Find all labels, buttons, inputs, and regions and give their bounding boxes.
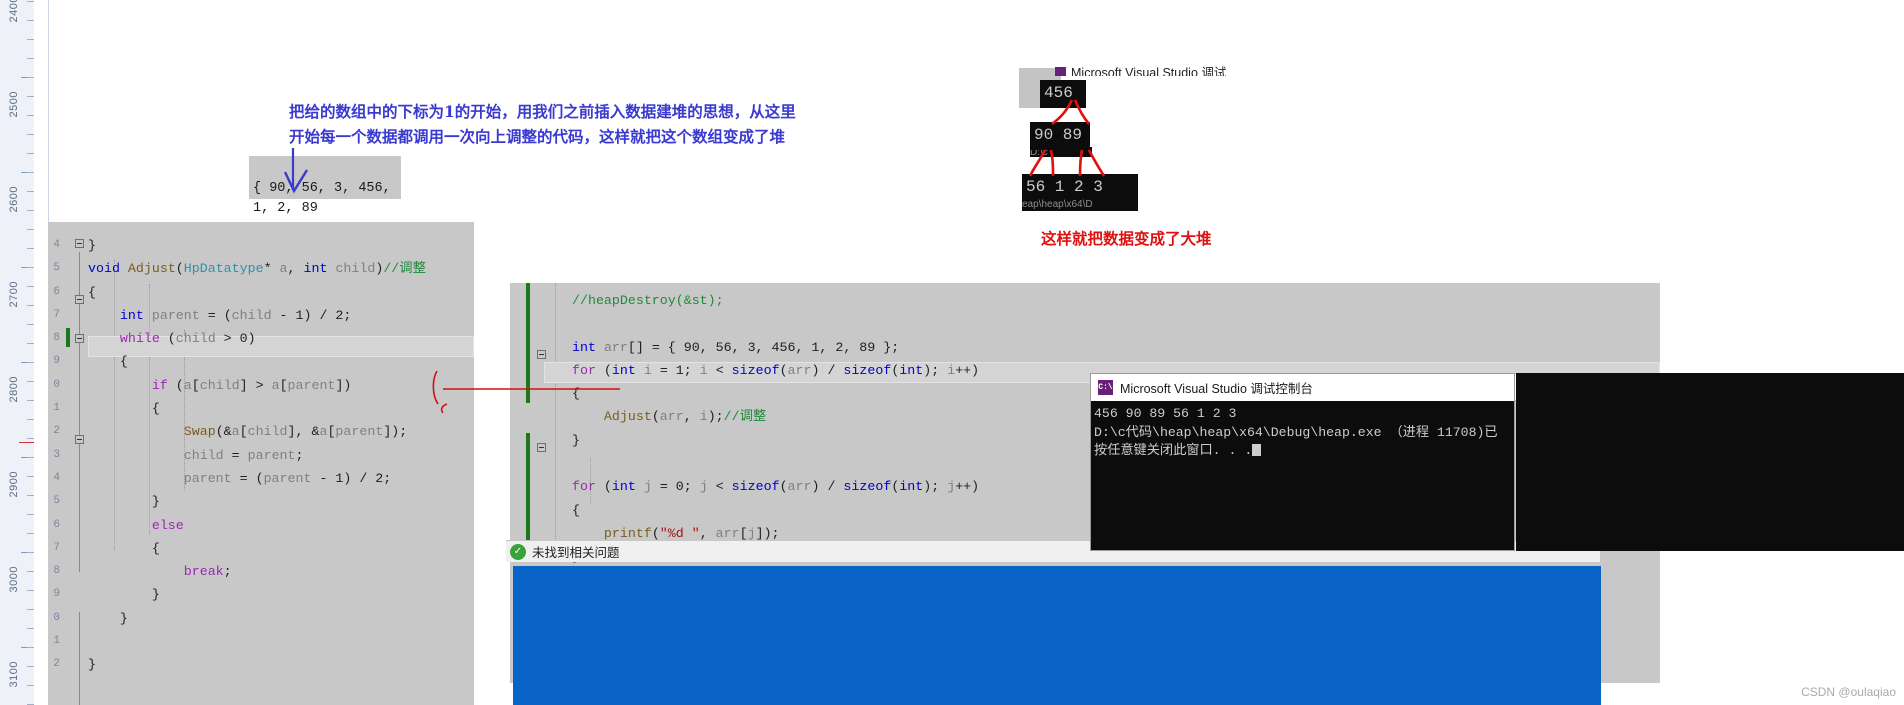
ruler-marker-red: [19, 442, 34, 443]
ruler-label: 2400: [8, 0, 20, 23]
fold-toggle-else[interactable]: [75, 435, 84, 444]
ruler-tick: [27, 609, 34, 610]
annotation-blue-line-1: 把给的数组中的下标为1的开始，用我们之前插入数据建堆的思想，从这里: [289, 102, 796, 121]
ruler-tick: [27, 1, 34, 2]
ruler-label: 2700: [8, 281, 20, 308]
ruler-tick: [27, 685, 34, 686]
heap-tree-level1-values: 90 89: [1034, 126, 1083, 144]
line-number-gutter: 4567890123456789012: [53, 239, 60, 671]
vs-logo-icon: [1055, 67, 1066, 76]
console-body-strip-right: [1516, 373, 1904, 551]
heap-tree-node-root: 456: [1040, 80, 1086, 108]
fold-toggle-while[interactable]: [75, 295, 84, 304]
ruler-tick: [27, 191, 34, 192]
ruler-tick: [27, 343, 34, 344]
console-output: 456 90 89 56 1 2 3 D:\c代码\heap\heap\x64\…: [1091, 401, 1514, 465]
change-marker-green: [526, 283, 530, 403]
fold-toggle-for-1[interactable]: [537, 350, 546, 359]
heap-tree-level2-values: 56 1 2 3: [1026, 178, 1103, 196]
watermark: CSDN @oulaqiao: [1801, 685, 1896, 699]
ruler-label: 3000: [8, 566, 20, 593]
ruler-tick: [27, 571, 34, 572]
console-cursor: [1252, 444, 1262, 456]
console-title-bar[interactable]: C:\ Microsoft Visual Studio 调试控制台: [1091, 374, 1514, 401]
ruler-label: 3100: [8, 661, 20, 688]
ruler-tick: [27, 267, 34, 268]
heap-tree-bg-text-3: eap\heap\x64\D: [1022, 199, 1138, 211]
ruler-tick: [27, 115, 34, 116]
console-line-1: 456 90 89 56 1 2 3: [1094, 406, 1237, 421]
ruler-tick: [27, 419, 34, 420]
ruler-tick: [27, 20, 34, 21]
fold-toggle-function[interactable]: [75, 239, 84, 248]
ruler-tick: [27, 590, 34, 591]
ruler-tick: [27, 39, 34, 40]
vertical-ruler: 2400 2500 2600 2700 2800 2900 3000 3100: [0, 0, 35, 705]
console-line-2: D:\c代码\heap\heap\x64\Debug\heap.exe （进程 …: [1094, 424, 1498, 440]
indent-guide: [555, 283, 557, 541]
vs-title-fragment: Microsoft Visual Studio 调试: [1055, 62, 1255, 76]
code-editor-left[interactable]: 4567890123456789012 } void Adjust(HpData…: [48, 222, 474, 705]
fold-toggle-if[interactable]: [75, 334, 84, 343]
ruler-tick: [27, 286, 34, 287]
ruler-label: 2900: [8, 471, 20, 498]
ruler-padding: [34, 0, 49, 705]
ruler-label: 2500: [8, 91, 20, 118]
ruler-tick: [27, 381, 34, 382]
ruler-label: 2600: [8, 186, 20, 213]
ruler-tick: [27, 248, 34, 249]
ruler-label: 2800: [8, 376, 20, 403]
ruler-tick: [27, 400, 34, 401]
ruler-tick: [27, 476, 34, 477]
heap-tree-root-value: 456: [1044, 84, 1073, 102]
fold-toggle-for-2[interactable]: [537, 443, 546, 452]
ruler-tick: [27, 58, 34, 59]
ruler-tick: [27, 495, 34, 496]
ruler-tick: [27, 666, 34, 667]
check-circle-icon: ✓: [510, 543, 526, 560]
console-line-3: 按任意键关闭此窗口. . .: [1094, 443, 1253, 458]
ruler-tick: [27, 210, 34, 211]
code-text-left: } void Adjust(HpDatatype* a, int child)/…: [88, 238, 426, 673]
ruler-tick: [27, 153, 34, 154]
ruler-tick: [27, 362, 34, 363]
ruler-tick: [27, 647, 34, 648]
ruler-tick: [27, 96, 34, 97]
ruler-tick: [27, 552, 34, 553]
ruler-tick: [27, 324, 34, 325]
array-snippet-text: { 90, 56, 3, 456, 1, 2, 89: [249, 179, 401, 216]
heap-tree-level-2: 56 1 2 3: [1022, 174, 1138, 202]
console-icon: C:\: [1098, 380, 1113, 395]
annotation-blue-line-2: 开始每一个数据都调用一次向上调整的代码，这样就把这个数组变成了堆: [289, 127, 786, 146]
ruler-tick: [27, 438, 34, 439]
array-snippet-box: { 90, 56, 3, 456, 1, 2, 89: [249, 156, 401, 216]
ruler-tick: [27, 628, 34, 629]
ruler-tick: [27, 77, 34, 78]
status-bar-text: 未找到相关问题: [532, 546, 620, 560]
ruler-tick: [27, 134, 34, 135]
heap-tree-level-1: 90 89: [1030, 122, 1090, 150]
ruler-tick: [27, 514, 34, 515]
ruler-tick: [27, 305, 34, 306]
ruler-tick: [27, 172, 34, 173]
selection-highlight-bar: [513, 566, 1601, 705]
fold-line: [79, 612, 80, 705]
annotation-red-note: 这样就把数据变成了大堆: [1041, 229, 1212, 248]
change-marker-green: [66, 328, 70, 347]
debug-console-window[interactable]: C:\ Microsoft Visual Studio 调试控制台 456 90…: [1090, 373, 1515, 551]
ruler-tick: [27, 457, 34, 458]
ruler-tick: [27, 533, 34, 534]
console-title-text: Microsoft Visual Studio 调试控制台: [1120, 382, 1313, 396]
ruler-tick: [27, 229, 34, 230]
change-marker-green: [526, 433, 530, 553]
